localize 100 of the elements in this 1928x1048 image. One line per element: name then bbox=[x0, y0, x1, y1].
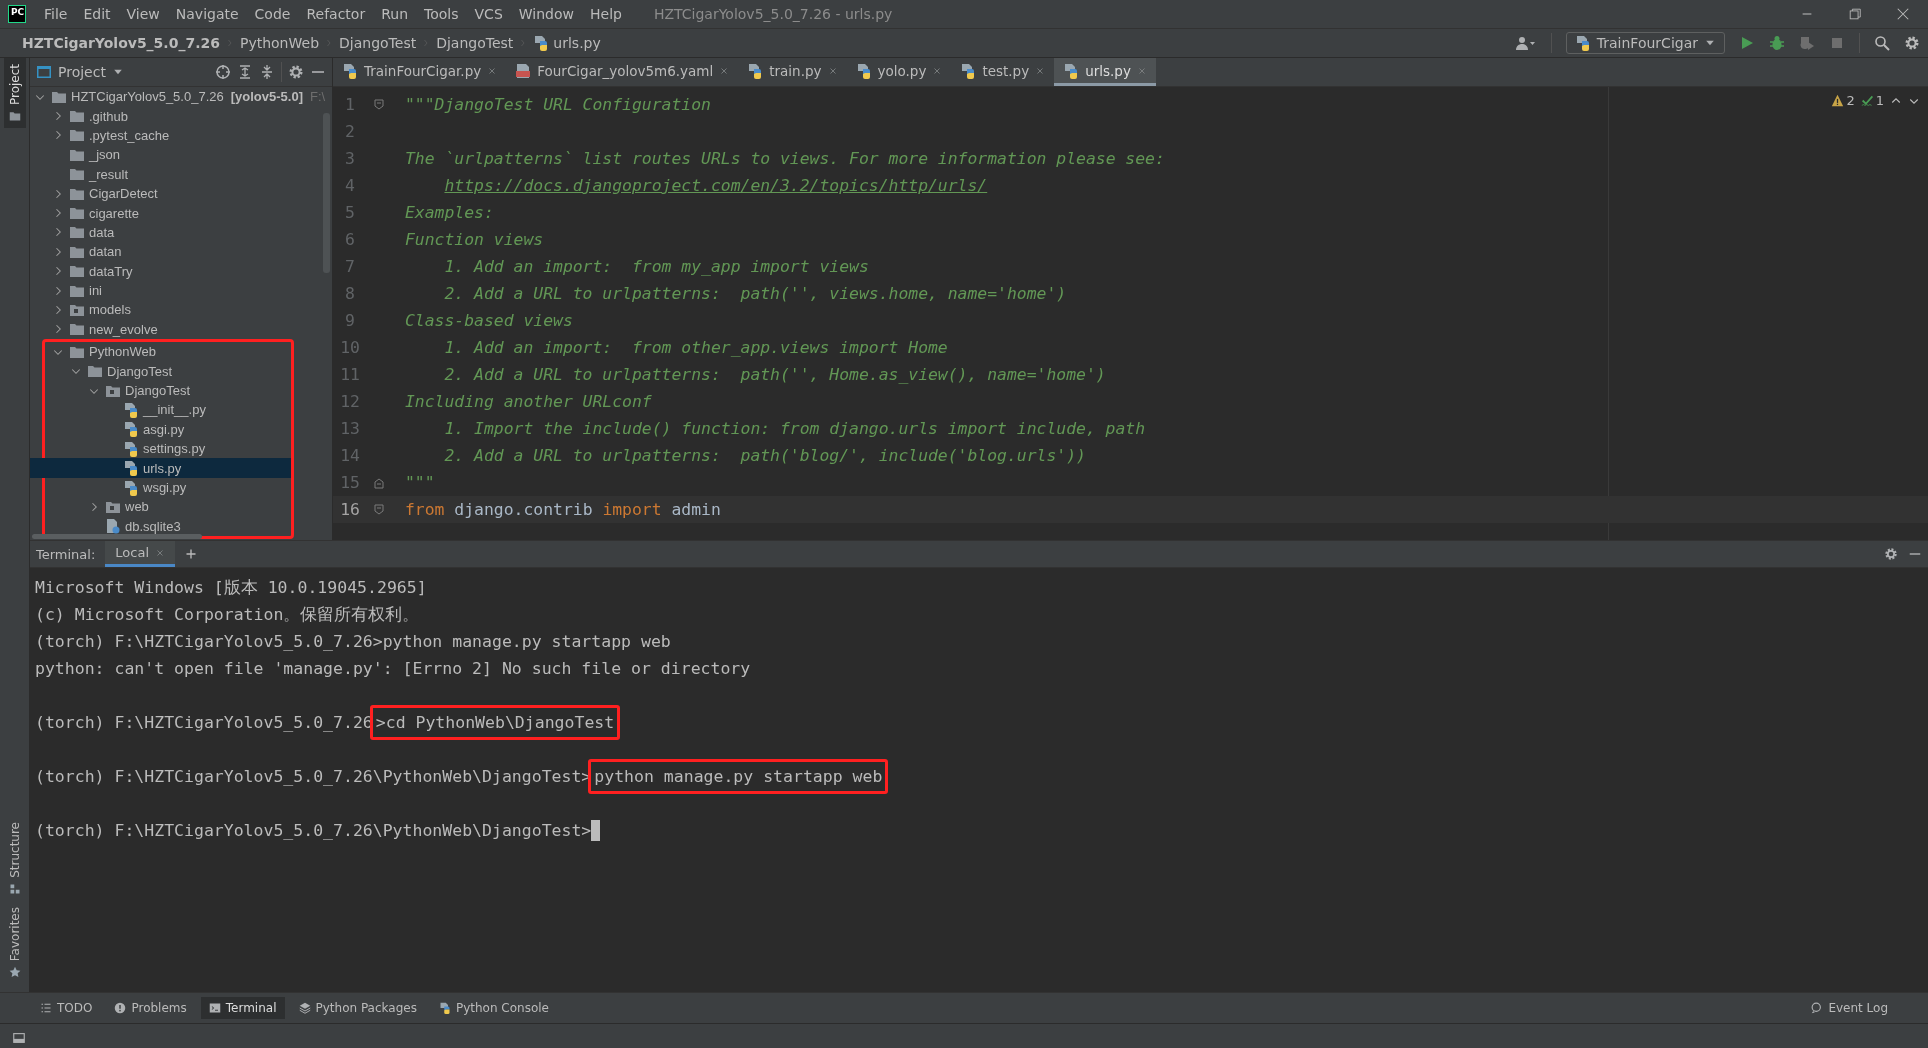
menu-item[interactable]: Tools bbox=[418, 3, 465, 25]
collapse-all-icon[interactable] bbox=[259, 64, 275, 80]
menu-item[interactable]: Edit bbox=[77, 3, 117, 25]
line-number: 11 bbox=[339, 365, 361, 384]
menu-item[interactable]: Help bbox=[584, 3, 628, 25]
python-file-icon bbox=[123, 479, 139, 496]
close-icon[interactable] bbox=[827, 65, 838, 76]
editor-tab[interactable]: FourCigar_yolov5m6.yaml bbox=[506, 58, 739, 86]
editor-tab[interactable]: urls.py bbox=[1054, 58, 1156, 86]
fold-icon[interactable] bbox=[373, 97, 385, 112]
tool-window-button[interactable]: Terminal bbox=[200, 997, 285, 1019]
tree-item[interactable]: db.sqlite3 bbox=[30, 516, 291, 536]
bug-icon[interactable] bbox=[1769, 35, 1785, 51]
tree-item[interactable]: data bbox=[30, 222, 332, 243]
tree-item[interactable]: urls.py bbox=[30, 458, 291, 478]
menu-item[interactable]: View bbox=[120, 3, 166, 25]
tree-item[interactable]: wsgi.py bbox=[30, 477, 291, 498]
restore-icon[interactable] bbox=[1848, 7, 1862, 21]
tree-item[interactable]: asgi.py bbox=[30, 419, 291, 440]
editor-tab[interactable]: TrainFourCigar.py bbox=[333, 58, 507, 86]
line-number: 15 bbox=[339, 473, 361, 492]
event-log-button[interactable]: Event Log bbox=[1803, 997, 1896, 1019]
run-icon[interactable] bbox=[1739, 35, 1755, 51]
locate-icon[interactable] bbox=[215, 64, 231, 80]
folder-icon bbox=[69, 166, 85, 183]
breadcrumb-item[interactable]: DjangoTest bbox=[335, 33, 421, 53]
python-file-icon bbox=[533, 35, 550, 51]
terminal-line: (c) Microsoft Corporation。保留所有权利。 bbox=[35, 603, 420, 626]
tree-item[interactable]: settings.py bbox=[30, 439, 291, 459]
close-icon[interactable] bbox=[487, 65, 498, 76]
settings-icon[interactable] bbox=[1904, 35, 1920, 51]
menu-item[interactable]: Code bbox=[248, 3, 297, 25]
breadcrumb-item[interactable]: HZTCigarYolov5_5.0_7.26 bbox=[18, 33, 224, 53]
menu-item[interactable]: Refactor bbox=[300, 3, 372, 25]
layout-toggle-icon[interactable] bbox=[12, 1031, 26, 1045]
code-line: from django.contrib import admin bbox=[405, 500, 721, 519]
expand-all-icon[interactable] bbox=[237, 64, 253, 80]
side-tab[interactable]: Project bbox=[3, 58, 26, 129]
editor-tab[interactable]: yolo.py bbox=[846, 58, 952, 86]
tree-item[interactable]: _json bbox=[30, 145, 332, 165]
fold-icon[interactable] bbox=[373, 502, 385, 517]
tool-window-button[interactable]: TODO bbox=[32, 997, 101, 1019]
tree-item[interactable]: ini bbox=[30, 280, 332, 301]
tree-item[interactable]: models bbox=[30, 300, 332, 320]
breadcrumb-item[interactable]: PythonWeb bbox=[235, 33, 324, 53]
tree-item[interactable]: .github bbox=[30, 106, 332, 126]
terminal-tab[interactable]: Local bbox=[105, 541, 176, 567]
side-tab[interactable]: Structure bbox=[3, 815, 26, 901]
close-icon[interactable] bbox=[1896, 7, 1910, 21]
breadcrumb-item[interactable]: urls.py bbox=[529, 33, 605, 53]
tree-item[interactable]: CigarDetect bbox=[30, 183, 332, 204]
tool-window-button[interactable]: Problems bbox=[106, 997, 195, 1019]
menu-item[interactable]: Window bbox=[512, 3, 580, 25]
warning-icon bbox=[1831, 94, 1845, 107]
tree-item[interactable]: __init__.py bbox=[30, 400, 291, 420]
search-icon[interactable] bbox=[1874, 35, 1890, 51]
coverage-icon[interactable] bbox=[1799, 35, 1815, 51]
code-line: """ bbox=[405, 473, 435, 492]
breadcrumb-item[interactable]: DjangoTest bbox=[432, 33, 518, 53]
line-number: 14 bbox=[339, 446, 361, 465]
close-icon[interactable] bbox=[719, 65, 730, 76]
settings-icon[interactable] bbox=[288, 64, 304, 80]
tree-item[interactable]: datan bbox=[30, 242, 332, 262]
editor-tab[interactable]: train.py bbox=[738, 58, 847, 86]
close-icon[interactable] bbox=[155, 547, 166, 558]
tree-item[interactable]: new_evolve bbox=[30, 319, 332, 340]
tree-item[interactable]: DjangoTest bbox=[30, 361, 291, 381]
menu-item[interactable]: VCS bbox=[468, 3, 509, 25]
tree-item[interactable]: _result bbox=[30, 164, 332, 184]
window-icon bbox=[36, 64, 52, 80]
typo-count[interactable]: 1 bbox=[1860, 93, 1884, 108]
close-icon[interactable] bbox=[932, 65, 943, 76]
window-title: HZTCigarYolov5_5.0_7.26 - urls.py bbox=[653, 6, 893, 22]
menu-item[interactable]: File bbox=[38, 3, 74, 25]
editor-tab[interactable]: test.py bbox=[951, 58, 1055, 86]
user-icon[interactable] bbox=[1514, 35, 1537, 51]
tool-window-button[interactable]: Python Packages bbox=[290, 997, 425, 1019]
stop-icon[interactable] bbox=[1829, 35, 1845, 51]
event-log-icon bbox=[1811, 1002, 1824, 1014]
tree-item[interactable]: web bbox=[30, 497, 291, 517]
close-icon[interactable] bbox=[1035, 65, 1046, 76]
menu-item[interactable]: Navigate bbox=[169, 3, 245, 25]
python-file-icon bbox=[1063, 62, 1080, 79]
tree-item[interactable]: PythonWeb bbox=[30, 342, 291, 362]
project-view-dropdown[interactable]: Project bbox=[36, 64, 124, 80]
settings-icon[interactable] bbox=[1884, 547, 1898, 561]
code-line: Examples: bbox=[405, 203, 494, 222]
tree-item[interactable]: dataTry bbox=[30, 261, 332, 281]
tree-item[interactable]: DjangoTest bbox=[30, 380, 291, 401]
side-tab[interactable]: Favorites bbox=[3, 900, 26, 984]
highlighted-command: >cd PythonWeb\DjangoTest bbox=[369, 705, 621, 740]
run-configuration-dropdown[interactable]: TrainFourCigar bbox=[1565, 32, 1725, 54]
url-link[interactable]: https://docs.djangoproject.com/en/3.2/topics/http/urls/ bbox=[444, 176, 988, 195]
tree-item[interactable]: .pytest_cache bbox=[30, 125, 332, 146]
add-icon[interactable] bbox=[185, 548, 198, 560]
tool-window-button[interactable]: Python Console bbox=[430, 997, 557, 1019]
scrollbar[interactable] bbox=[32, 534, 202, 539]
warning-count[interactable]: 2 bbox=[1831, 93, 1855, 108]
tree-item[interactable]: cigarette bbox=[30, 203, 332, 223]
menu-item[interactable]: Run bbox=[375, 3, 415, 25]
